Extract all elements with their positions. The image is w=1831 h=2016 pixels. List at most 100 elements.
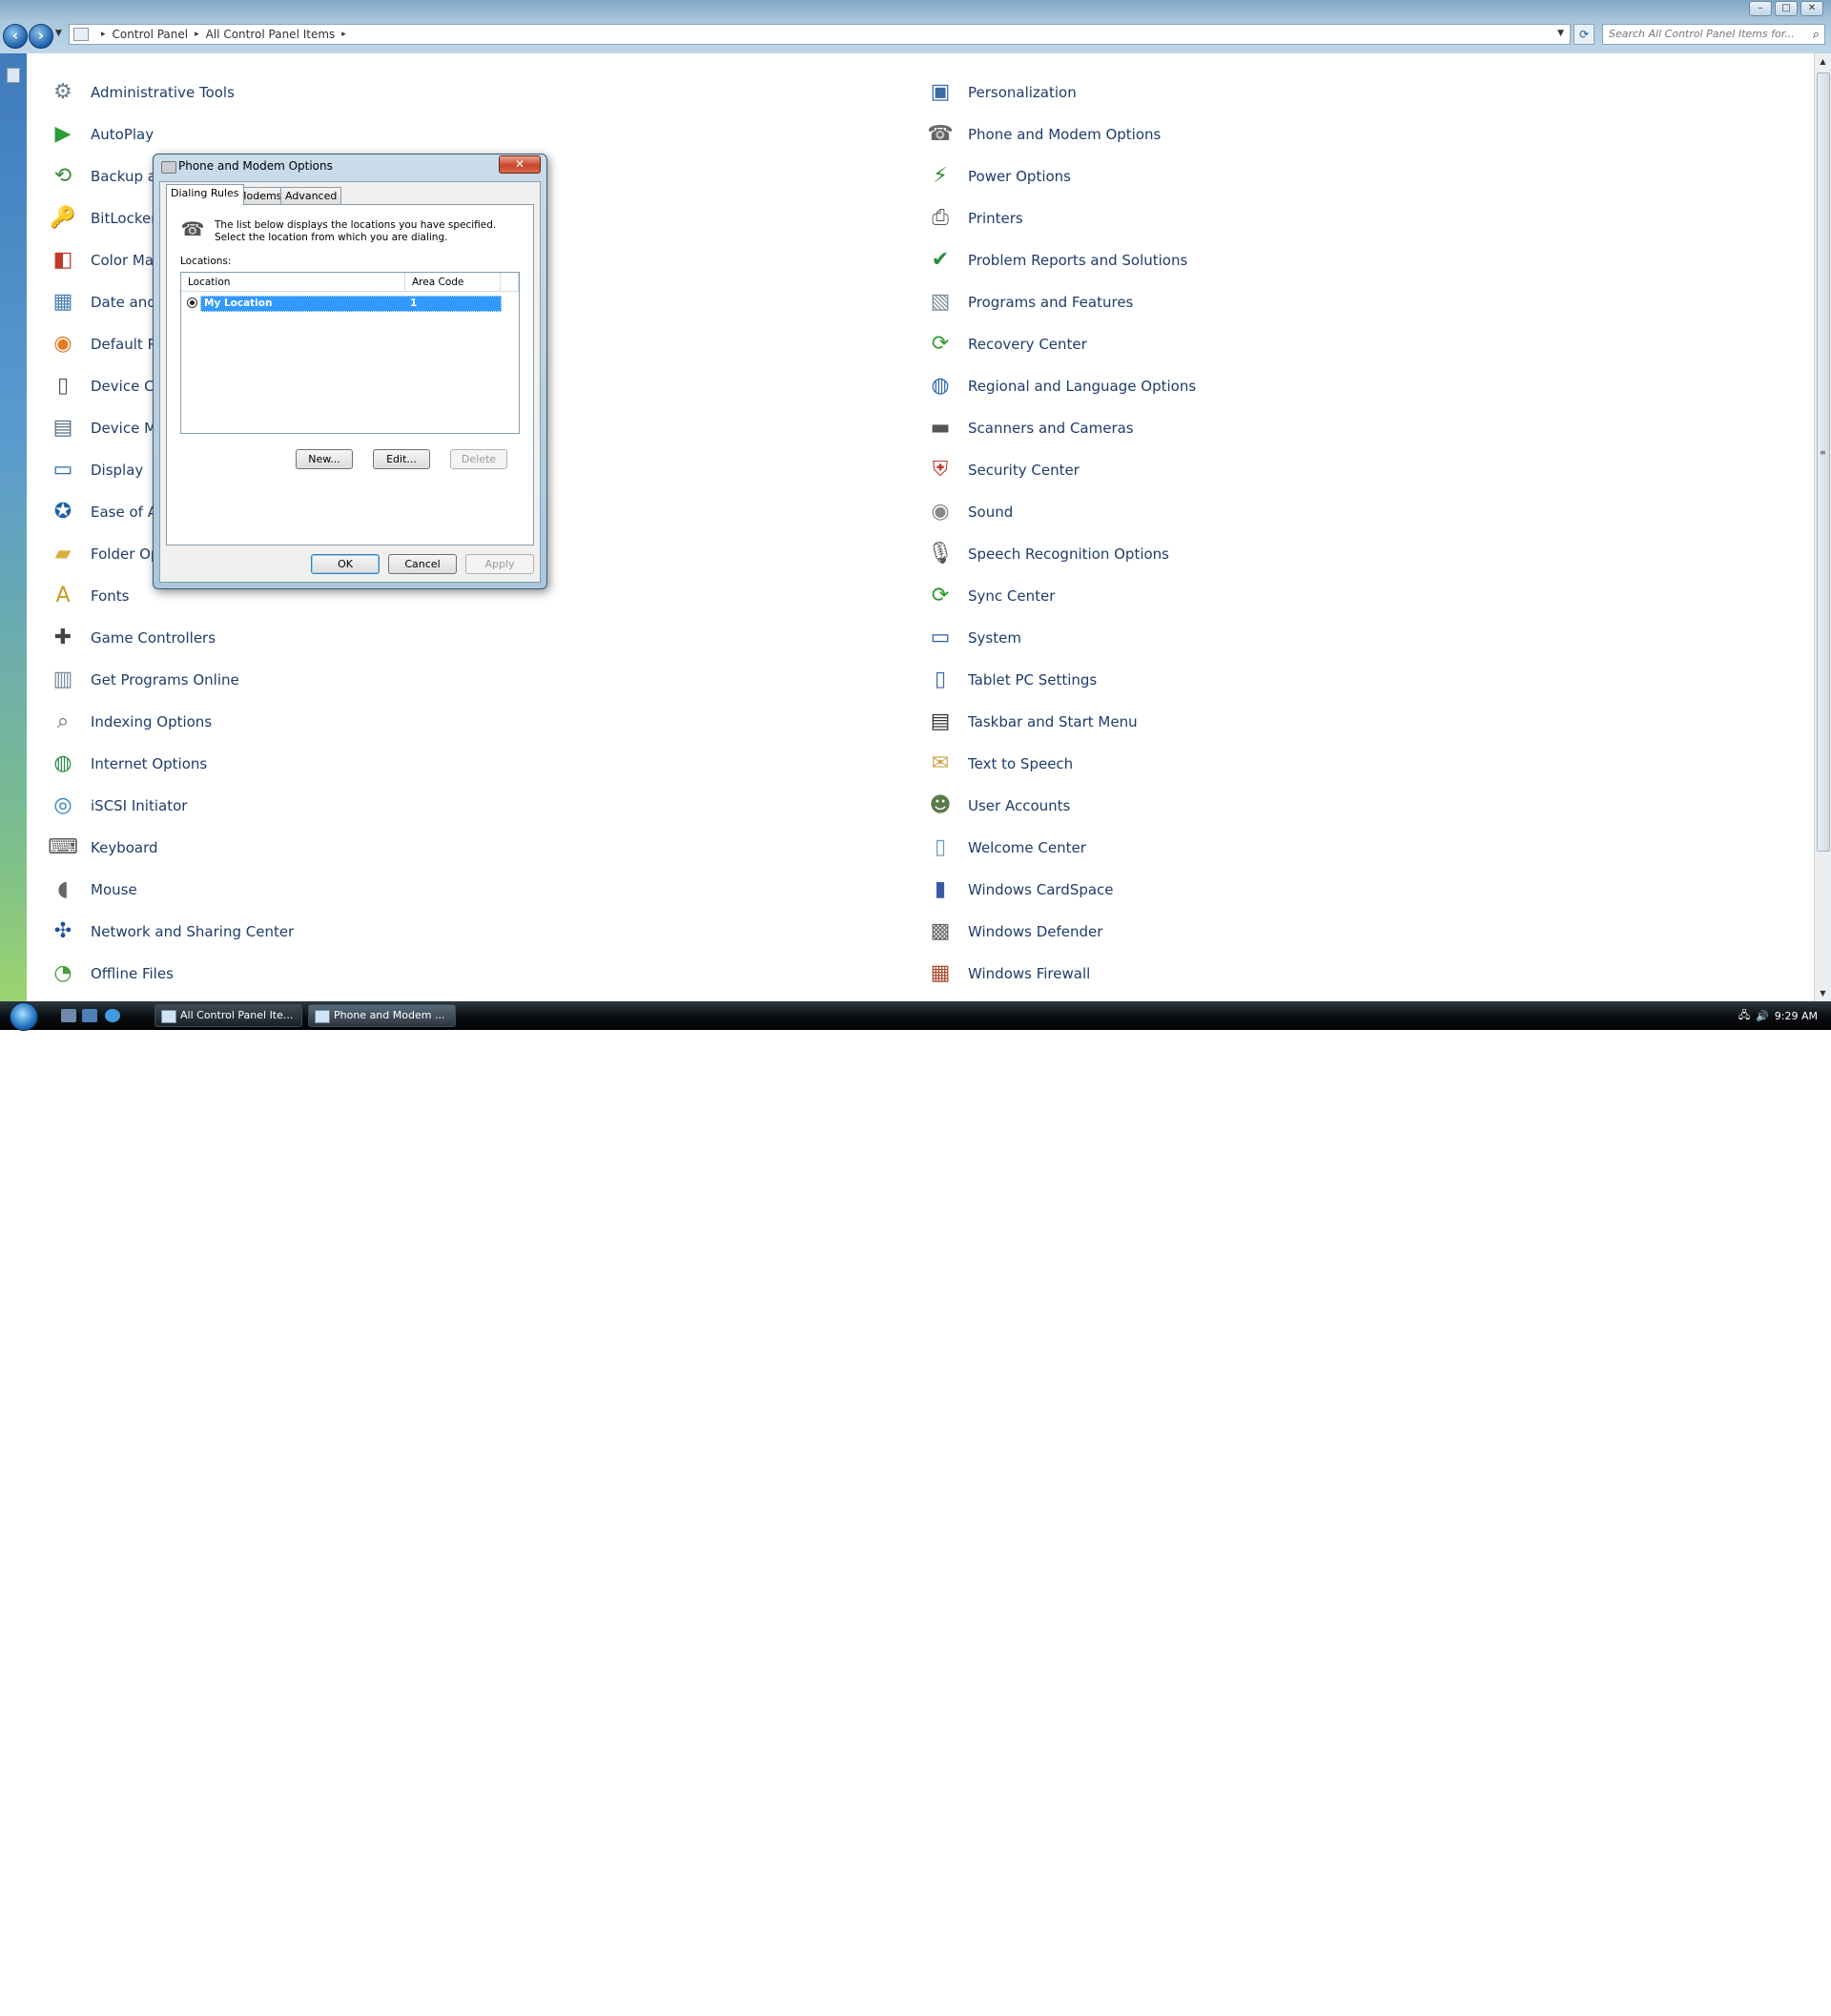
- control-panel-item[interactable]: ▩ Windows Defender: [925, 915, 1103, 949]
- control-panel-item[interactable]: ⟳ Sync Center: [925, 579, 1056, 613]
- control-panel-item[interactable]: ▬ Scanners and Cameras: [925, 411, 1134, 445]
- item-label: Personalization: [968, 84, 1077, 101]
- network-tray-icon[interactable]: 🖧: [1738, 1007, 1750, 1025]
- vertical-scrollbar[interactable]: ▲ ≡ ▼: [1814, 53, 1831, 1001]
- control-panel-item[interactable]: ◔ Offline Files: [48, 957, 174, 991]
- item-label: Tablet PC Settings: [968, 671, 1098, 689]
- control-panel-item[interactable]: ◍ Internet Options: [48, 747, 207, 781]
- control-panel-item[interactable]: ◎ iSCSI Initiator: [48, 789, 187, 823]
- column-header-area-code[interactable]: Area Code: [405, 273, 501, 292]
- breadcrumb-separator[interactable]: ▸: [101, 30, 106, 39]
- control-panel-item[interactable]: ▭ Display: [48, 453, 144, 487]
- location-radio-icon[interactable]: [187, 298, 197, 308]
- dialog-close-button[interactable]: ✕: [499, 155, 541, 174]
- control-panel-item[interactable]: 🎙 Speech Recognition Options: [925, 537, 1169, 571]
- cancel-button[interactable]: Cancel: [388, 554, 457, 574]
- control-panel-item[interactable]: ⛨ Security Center: [925, 453, 1080, 487]
- control-panel-item[interactable]: ▯ Tablet PC Settings: [925, 663, 1097, 697]
- breadcrumb-all-items[interactable]: All Control Panel Items: [206, 28, 336, 41]
- control-panel-item[interactable]: ✣ Network and Sharing Center: [48, 915, 294, 949]
- breadcrumb-separator[interactable]: ▸: [341, 30, 346, 39]
- control-panel-item[interactable]: ✪ Ease of Ac: [48, 495, 165, 529]
- scroll-down-arrow[interactable]: ▼: [1815, 985, 1831, 1001]
- control-panel-item[interactable]: 🔑 BitLocker: [48, 201, 156, 236]
- control-panel-item[interactable]: ☎ Phone and Modem Options: [925, 117, 1161, 152]
- show-desktop-icon[interactable]: [61, 1009, 76, 1022]
- control-panel-item[interactable]: ▶ AutoPlay: [48, 117, 154, 152]
- control-panel-item[interactable]: ◖ Mouse: [48, 873, 137, 907]
- location-name: My Location: [204, 298, 273, 309]
- list-item[interactable]: My Location 1: [187, 296, 507, 312]
- control-panel-item[interactable]: ▯ Device Ce: [48, 369, 163, 403]
- forward-button[interactable]: ›: [29, 24, 53, 49]
- tab-advanced[interactable]: Advanced: [280, 187, 342, 204]
- item-label: Get Programs Online: [91, 671, 239, 689]
- back-button[interactable]: ‹: [3, 24, 28, 49]
- control-panel-item[interactable]: ◧ Color Mar: [48, 243, 160, 278]
- new-button[interactable]: New...: [296, 449, 353, 469]
- minimize-button[interactable]: –: [1749, 1, 1772, 16]
- scroll-up-arrow[interactable]: ▲: [1815, 53, 1831, 70]
- printer-icon: ⎙: [932, 206, 949, 230]
- control-panel-item[interactable]: ◍ Regional and Language Options: [925, 369, 1196, 403]
- start-button[interactable]: [4, 1002, 42, 1031]
- control-panel-item[interactable]: ▧ Programs and Features: [925, 285, 1134, 319]
- item-label: Sound: [968, 504, 1014, 521]
- control-panel-item[interactable]: ✉ Text to Speech: [925, 747, 1073, 781]
- switch-windows-icon[interactable]: [82, 1009, 97, 1022]
- control-panel-item[interactable]: ▰ Folder Op: [48, 537, 160, 571]
- control-panel-item[interactable]: ⟳ Recovery Center: [925, 327, 1087, 361]
- search-icon[interactable]: ⌕: [1813, 26, 1820, 45]
- control-panel-item[interactable]: ▮ Windows CardSpace: [925, 873, 1114, 907]
- item-label: Problem Reports and Solutions: [968, 252, 1188, 269]
- control-panel-item[interactable]: ⚡ Power Options: [925, 159, 1071, 194]
- control-panel-item[interactable]: ⎙ Printers: [925, 201, 1023, 236]
- column-header-location[interactable]: Location: [181, 273, 405, 292]
- control-panel-item[interactable]: ⚙ Administrative Tools: [48, 75, 235, 110]
- edit-button[interactable]: Edit...: [373, 449, 430, 469]
- maximize-button[interactable]: □: [1775, 1, 1798, 16]
- apply-button[interactable]: Apply: [465, 554, 534, 574]
- control-panel-item[interactable]: ▦ Windows Firewall: [925, 957, 1091, 991]
- control-panel-item[interactable]: ▦ Date and: [48, 285, 156, 319]
- system-icon: ▭: [930, 626, 951, 649]
- volume-icon[interactable]: 🔊: [1756, 1010, 1769, 1022]
- clock[interactable]: 9:29 AM: [1775, 1010, 1818, 1022]
- internet-explorer-icon[interactable]: [105, 1009, 120, 1022]
- control-panel-item[interactable]: A Fonts: [48, 579, 129, 613]
- control-panel-item[interactable]: ▭ System: [925, 621, 1021, 655]
- control-panel-item[interactable]: ◉ Default Pr: [48, 327, 161, 361]
- control-panel-item[interactable]: ◉ Sound: [925, 495, 1013, 529]
- delete-button[interactable]: Delete: [450, 449, 507, 469]
- breadcrumb-control-panel[interactable]: Control Panel: [113, 28, 189, 41]
- control-panel-item[interactable]: ▤ Device Ma: [48, 411, 166, 445]
- view-toggle-icon[interactable]: [7, 68, 20, 83]
- taskbar-item-control-panel[interactable]: All Control Panel Ite...: [154, 1004, 302, 1027]
- address-bar[interactable]: ▸ Control Panel ▸ All Control Panel Item…: [69, 24, 1571, 45]
- locations-list[interactable]: Location Area Code My Location 1: [180, 272, 520, 434]
- close-window-button[interactable]: ✕: [1800, 1, 1823, 16]
- control-panel-item[interactable]: ⌕ Indexing Options: [48, 705, 212, 739]
- recent-pages-dropdown[interactable]: ▼: [55, 29, 62, 38]
- control-panel-item[interactable]: ▣ Personalization: [925, 75, 1077, 110]
- tab-dialing-rules[interactable]: Dialing Rules: [166, 184, 244, 205]
- control-panel-item[interactable]: ⟲ Backup ar: [48, 159, 162, 194]
- sound-icon: ◉: [931, 500, 950, 524]
- folder-options-icon: ▰: [54, 542, 72, 566]
- address-dropdown-icon[interactable]: ▼: [1557, 29, 1564, 38]
- control-panel-item[interactable]: ✚ Game Controllers: [48, 621, 216, 655]
- phone-icon: [161, 161, 176, 174]
- breadcrumb-separator[interactable]: ▸: [195, 30, 199, 39]
- taskbar-item-phone-modem[interactable]: Phone and Modem ...: [308, 1004, 456, 1027]
- refresh-button[interactable]: ⟳: [1574, 24, 1594, 45]
- search-input[interactable]: Search All Control Panel Items for... ⌕: [1602, 24, 1825, 45]
- control-panel-item[interactable]: ☻ User Accounts: [925, 789, 1071, 823]
- item-label: Mouse: [91, 881, 137, 898]
- control-panel-item[interactable]: ▯ Welcome Center: [925, 831, 1086, 865]
- control-panel-item[interactable]: ✔ Problem Reports and Solutions: [925, 243, 1188, 278]
- control-panel-item[interactable]: ⌨ Keyboard: [48, 831, 157, 865]
- ok-button[interactable]: OK: [311, 554, 380, 574]
- control-panel-item[interactable]: ▥ Get Programs Online: [48, 663, 239, 697]
- scroll-thumb[interactable]: [1817, 72, 1830, 852]
- control-panel-item[interactable]: ▤ Taskbar and Start Menu: [925, 705, 1138, 739]
